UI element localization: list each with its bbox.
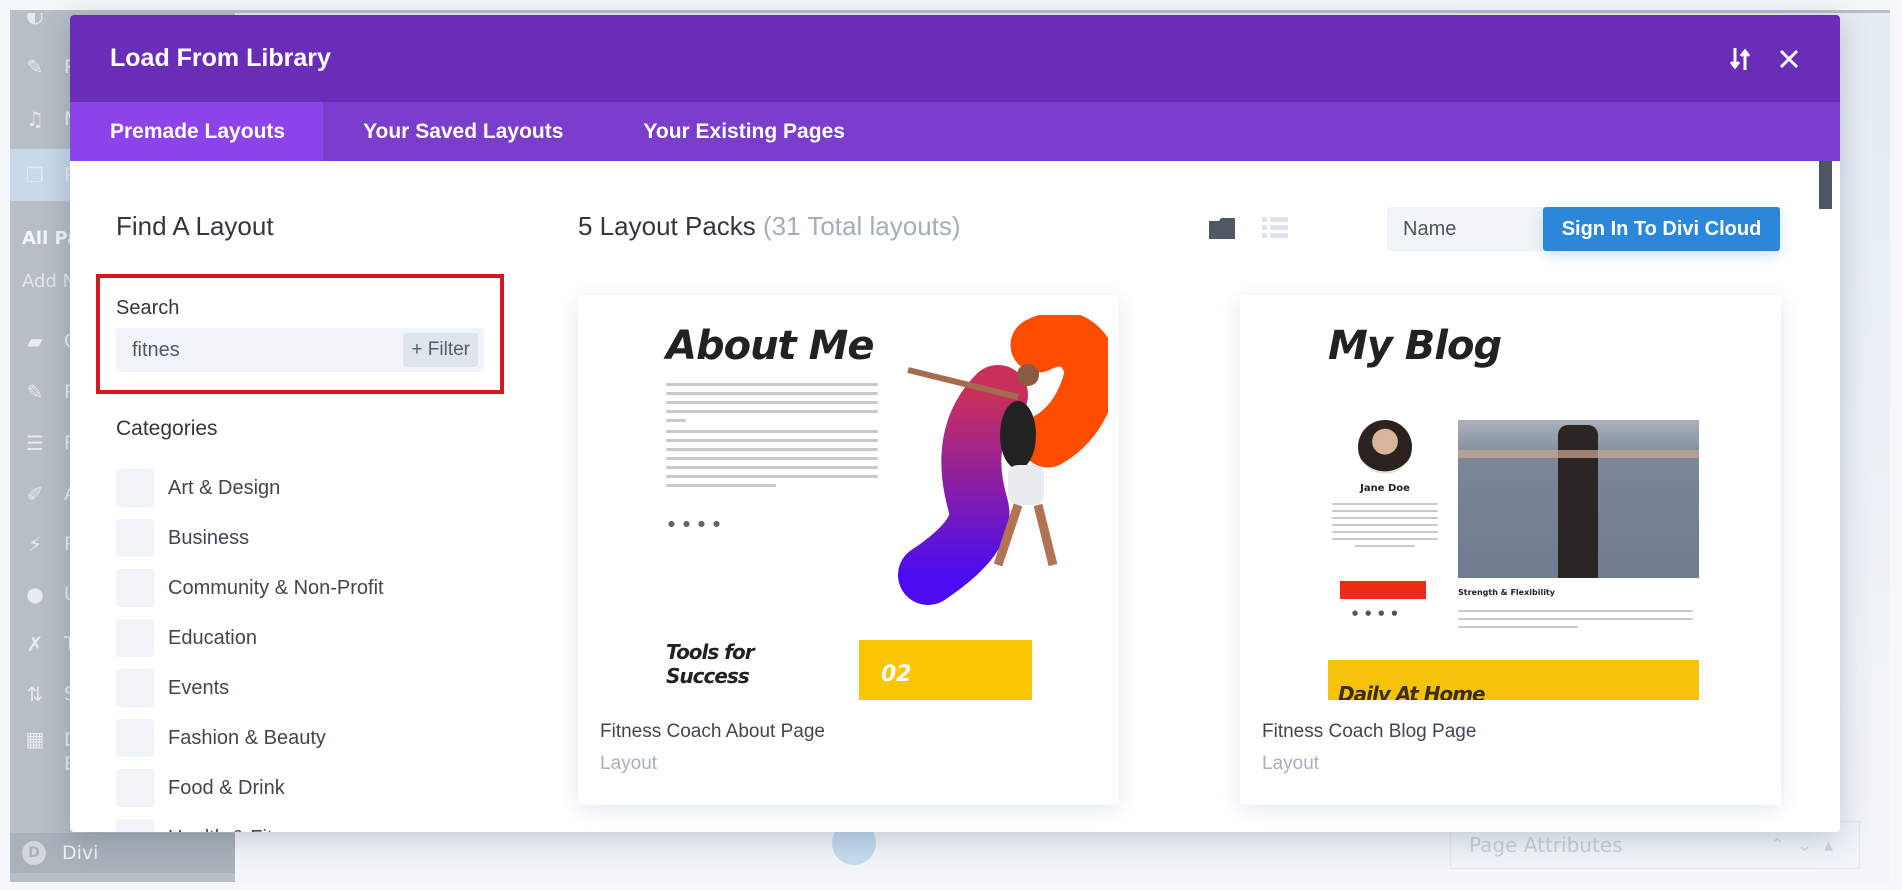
- category-checkbox[interactable]: [116, 669, 154, 707]
- load-from-library-modal: Load From Library Premade Layouts Your S…: [70, 15, 1840, 832]
- layout-preview-image: My Blog Jane Doe ●●●● Strength & Flexibi…: [1240, 295, 1781, 700]
- category-item[interactable]: Food & Drink: [116, 763, 384, 813]
- category-item[interactable]: Education: [116, 613, 384, 663]
- pin-icon: ✎: [26, 55, 44, 79]
- modal-scrollbar[interactable]: [1819, 161, 1832, 209]
- layout-title: Fitness Coach About Page: [600, 721, 825, 742]
- preview-banner: Daily At Home: [1328, 660, 1699, 700]
- category-item[interactable]: Business: [116, 513, 384, 563]
- preview-section-heading: Tools for Success: [666, 640, 755, 688]
- category-item[interactable]: Events: [116, 663, 384, 713]
- preview-social-icons: ●●●●: [668, 519, 728, 528]
- category-item[interactable]: Community & Non-Profit: [116, 563, 384, 613]
- sign-in-divi-cloud-button[interactable]: Sign In To Divi Cloud: [1543, 207, 1780, 251]
- category-checkbox[interactable]: [116, 469, 154, 507]
- category-checkbox[interactable]: [116, 819, 154, 832]
- category-checkbox[interactable]: [116, 569, 154, 607]
- preview-graphic: [898, 315, 1108, 605]
- category-checkbox[interactable]: [116, 519, 154, 557]
- settings-icon: ⇅: [26, 682, 44, 706]
- tab-saved-layouts[interactable]: Your Saved Layouts: [323, 102, 603, 161]
- preview-heading: My Blog: [1328, 323, 1502, 369]
- tab-existing-pages[interactable]: Your Existing Pages: [603, 102, 885, 161]
- layout-card[interactable]: My Blog Jane Doe ●●●● Strength & Flexibi…: [1240, 295, 1781, 805]
- list-icon: [1262, 217, 1288, 238]
- preview-button: [1340, 581, 1426, 599]
- modal-title: Load From Library: [110, 44, 331, 72]
- panel-order-arrows[interactable]: ⌃⌄▴: [1770, 835, 1845, 856]
- modal-tabs: Premade Layouts Your Saved Layouts Your …: [70, 102, 1840, 161]
- preview-heading: About Me: [666, 323, 875, 369]
- plugins-icon: ⚡: [27, 532, 43, 556]
- pages-icon: ❐: [26, 163, 44, 187]
- list-view-button[interactable]: [1262, 215, 1288, 241]
- preview-author-name: Jane Doe: [1360, 483, 1410, 494]
- preview-number-badge: 02: [859, 640, 1032, 700]
- category-checkbox[interactable]: [116, 719, 154, 757]
- pin-icon: ✎: [26, 380, 44, 404]
- close-modal-button[interactable]: [1773, 43, 1805, 75]
- appearance-icon: ✐: [26, 482, 44, 506]
- layout-type: Layout: [1262, 753, 1320, 774]
- search-field: + Filter: [116, 328, 484, 372]
- preview-author-avatar: [1358, 420, 1412, 474]
- tab-premade-layouts[interactable]: Premade Layouts: [70, 102, 324, 161]
- preview-post-title: Strength & Flexibility: [1458, 588, 1555, 597]
- preview-text-lines: [666, 383, 878, 493]
- category-list: Art & Design Business Community & Non-Pr…: [116, 463, 384, 832]
- divi-extra-icon: ▦: [25, 727, 45, 751]
- sidebar-item-divi[interactable]: D Divi: [10, 833, 235, 873]
- tools-icon: ✗: [26, 632, 44, 656]
- categories-heading: Categories: [116, 417, 218, 440]
- comments-icon: ▰: [27, 329, 43, 353]
- dashboard-icon: ◐: [26, 10, 44, 27]
- preview-post-excerpt: [1458, 610, 1693, 634]
- grid-view-button[interactable]: [1209, 217, 1235, 239]
- layout-packs-count: 5 Layout Packs (31 Total layouts): [578, 211, 961, 241]
- layout-card[interactable]: About Me ●●●● Tools for Success 02 Fitne…: [578, 295, 1119, 805]
- category-item[interactable]: Fashion & Beauty: [116, 713, 384, 763]
- category-item[interactable]: Health & Fitness: [116, 813, 384, 832]
- sort-toggle-button[interactable]: [1724, 43, 1756, 75]
- users-icon: ●: [26, 582, 44, 606]
- search-input[interactable]: [116, 328, 404, 372]
- layout-type: Layout: [600, 753, 658, 774]
- find-layout-heading: Find A Layout: [116, 211, 274, 241]
- category-checkbox[interactable]: [116, 769, 154, 807]
- close-icon: [1779, 49, 1799, 69]
- preview-post-image: [1458, 420, 1699, 578]
- media-icon: ♫: [26, 107, 44, 131]
- add-filter-button[interactable]: + Filter: [403, 333, 478, 367]
- layout-title: Fitness Coach Blog Page: [1262, 721, 1477, 742]
- sidebar-sub-add-new[interactable]: Add N: [22, 271, 76, 292]
- modal-header: Load From Library: [70, 15, 1840, 102]
- folder-icon: [1209, 218, 1235, 239]
- feedback-icon: ☰: [26, 431, 44, 455]
- search-label: Search: [116, 297, 180, 319]
- category-item[interactable]: Art & Design: [116, 463, 384, 513]
- category-checkbox[interactable]: [116, 619, 154, 657]
- total-layouts-count: (31 Total layouts): [763, 211, 961, 241]
- divi-icon: D: [22, 841, 46, 865]
- sort-arrows-icon: [1729, 48, 1751, 70]
- preview-social-icons: ●●●●: [1352, 609, 1405, 617]
- preview-text-lines: [1332, 503, 1438, 553]
- modal-body: Find A Layout Search + Filter Categories…: [70, 161, 1840, 832]
- layout-preview-image: About Me ●●●● Tools for Success 02: [578, 295, 1119, 700]
